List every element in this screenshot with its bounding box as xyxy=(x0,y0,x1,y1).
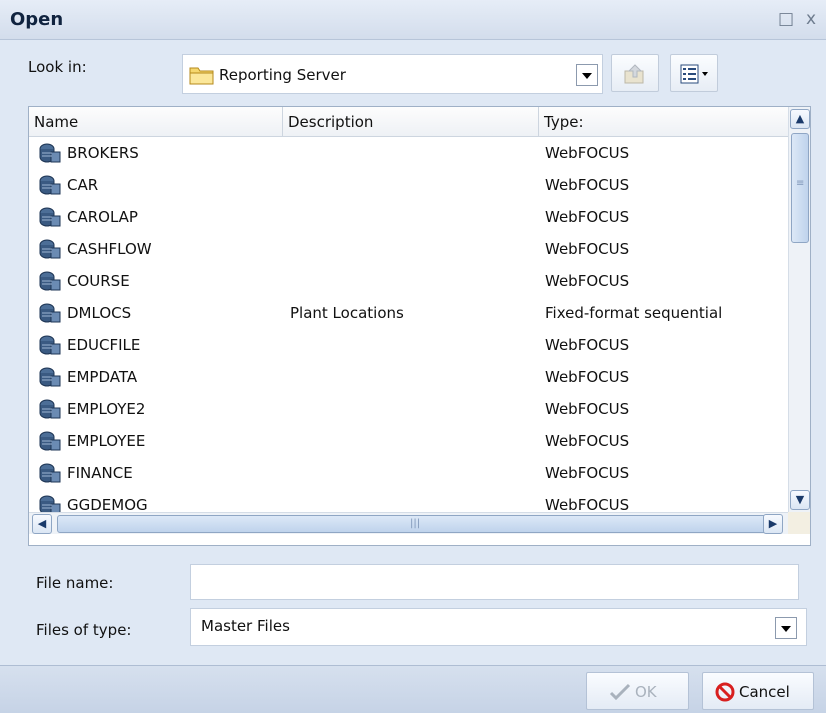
maximize-icon[interactable]: □ xyxy=(776,9,796,29)
look-in-value: Reporting Server xyxy=(219,66,346,84)
chevron-down-icon[interactable] xyxy=(775,617,797,639)
list-item[interactable]: COURSE WebFOCUS xyxy=(29,265,788,297)
master-file-icon xyxy=(38,270,62,292)
files-of-type-label: Files of type: xyxy=(36,621,132,639)
file-type-cell: Fixed-format sequential xyxy=(545,304,723,322)
list-item[interactable]: CAROLAP WebFOCUS xyxy=(29,201,788,233)
close-icon[interactable]: x xyxy=(801,9,821,29)
open-dialog: Open □ x Look in: Reporting Server Name xyxy=(0,0,826,713)
files-of-type-value: Master Files xyxy=(201,617,290,635)
file-type-cell: WebFOCUS xyxy=(545,272,630,290)
up-folder-icon xyxy=(624,64,644,84)
file-type-cell: WebFOCUS xyxy=(545,400,630,418)
file-name-label: File name: xyxy=(36,574,114,592)
cancel-button[interactable]: Cancel xyxy=(702,672,814,710)
title-bar[interactable]: Open □ x xyxy=(0,0,826,40)
horizontal-scrollbar[interactable]: ◀ ||| ▶ xyxy=(29,512,788,534)
look-in-label: Look in: xyxy=(28,58,87,76)
file-name-cell: EMPLOYE2 xyxy=(67,400,146,418)
cancel-label: Cancel xyxy=(739,683,790,701)
file-type-cell: WebFOCUS xyxy=(545,464,630,482)
files-of-type-select[interactable]: Master Files xyxy=(190,608,807,646)
checkmark-icon xyxy=(609,683,631,701)
master-file-icon xyxy=(38,366,62,388)
master-file-icon xyxy=(38,430,62,452)
chevron-down-icon[interactable] xyxy=(576,64,598,86)
list-item[interactable]: DMLOCS Plant Locations Fixed-format sequen… xyxy=(29,297,788,329)
master-file-icon xyxy=(38,174,62,196)
list-rows: BROKERS WebFOCUS CAR WebFOCUS CAROLAP WebFOCU… xyxy=(29,137,788,512)
file-name-cell: BROKERS xyxy=(67,144,139,162)
list-header: Name Description Type: xyxy=(29,107,788,137)
list-item[interactable]: CASHFLOW WebFOCUS xyxy=(29,233,788,265)
column-header-description[interactable]: Description xyxy=(283,107,539,137)
file-name-cell: FINANCE xyxy=(67,464,133,482)
list-item[interactable]: GGDEMOG WebFOCUS xyxy=(29,489,788,512)
cancel-icon xyxy=(715,682,735,702)
dialog-title: Open xyxy=(10,9,64,30)
button-bar: OK Cancel xyxy=(0,665,826,713)
look-in-combo[interactable]: Reporting Server xyxy=(182,54,603,94)
grip-icon: ≡ xyxy=(796,178,805,189)
master-file-icon xyxy=(38,238,62,260)
master-file-icon xyxy=(38,142,62,164)
master-file-icon xyxy=(38,462,62,484)
master-file-icon xyxy=(38,398,62,420)
list-item[interactable]: EDUCFILE WebFOCUS xyxy=(29,329,788,361)
ok-button[interactable]: OK xyxy=(586,672,689,710)
master-file-icon xyxy=(38,334,62,356)
file-type-cell: WebFOCUS xyxy=(545,208,630,226)
file-type-cell: WebFOCUS xyxy=(545,368,630,386)
column-header-name[interactable]: Name xyxy=(29,107,283,137)
file-name-input[interactable] xyxy=(190,564,799,600)
master-file-icon xyxy=(38,302,62,324)
file-type-cell: WebFOCUS xyxy=(545,432,630,450)
horizontal-scroll-thumb[interactable]: ||| xyxy=(57,515,773,533)
file-name-cell: DMLOCS xyxy=(67,304,132,322)
file-name-cell: EDUCFILE xyxy=(67,336,141,354)
file-name-cell: CAROLAP xyxy=(67,208,138,226)
list-item[interactable]: CAR WebFOCUS xyxy=(29,169,788,201)
file-name-cell: GGDEMOG xyxy=(67,496,148,512)
list-item[interactable]: EMPLOYE2 WebFOCUS xyxy=(29,393,788,425)
ok-label: OK xyxy=(635,683,657,701)
vertical-scroll-thumb[interactable]: ≡ xyxy=(791,133,809,243)
file-type-cell: WebFOCUS xyxy=(545,240,630,258)
list-item[interactable]: EMPLOYEE WebFOCUS xyxy=(29,425,788,457)
file-name-cell: CAR xyxy=(67,176,99,194)
scroll-left-button[interactable]: ◀ xyxy=(32,514,52,534)
file-name-cell: EMPLOYEE xyxy=(67,432,146,450)
file-list[interactable]: Name Description Type: BROKERS WebFOCUS CA… xyxy=(28,106,811,546)
up-folder-button[interactable] xyxy=(611,54,659,92)
view-menu-button[interactable] xyxy=(670,54,718,92)
file-type-cell: WebFOCUS xyxy=(545,176,630,194)
folder-icon xyxy=(189,67,214,85)
file-name-cell: EMPDATA xyxy=(67,368,138,386)
file-type-cell: WebFOCUS xyxy=(545,496,630,512)
master-file-icon xyxy=(38,494,62,512)
vertical-scrollbar[interactable]: ▲ ≡ ▼ xyxy=(788,107,810,512)
master-file-icon xyxy=(38,206,62,228)
file-type-cell: WebFOCUS xyxy=(545,144,630,162)
file-type-cell: WebFOCUS xyxy=(545,336,630,354)
list-item[interactable]: EMPDATA WebFOCUS xyxy=(29,361,788,393)
scroll-up-button[interactable]: ▲ xyxy=(790,109,810,129)
scrollbar-corner xyxy=(788,512,810,534)
view-menu-icon xyxy=(680,64,708,84)
list-item[interactable]: BROKERS WebFOCUS xyxy=(29,137,788,169)
file-name-cell: COURSE xyxy=(67,272,130,290)
scroll-right-button[interactable]: ▶ xyxy=(763,514,783,534)
file-name-cell: CASHFLOW xyxy=(67,240,152,258)
scroll-down-button[interactable]: ▼ xyxy=(790,490,810,510)
column-header-type[interactable]: Type: xyxy=(539,107,788,137)
list-item[interactable]: FINANCE WebFOCUS xyxy=(29,457,788,489)
file-description-cell: Plant Locations xyxy=(290,304,404,322)
grip-icon: ||| xyxy=(410,518,421,529)
